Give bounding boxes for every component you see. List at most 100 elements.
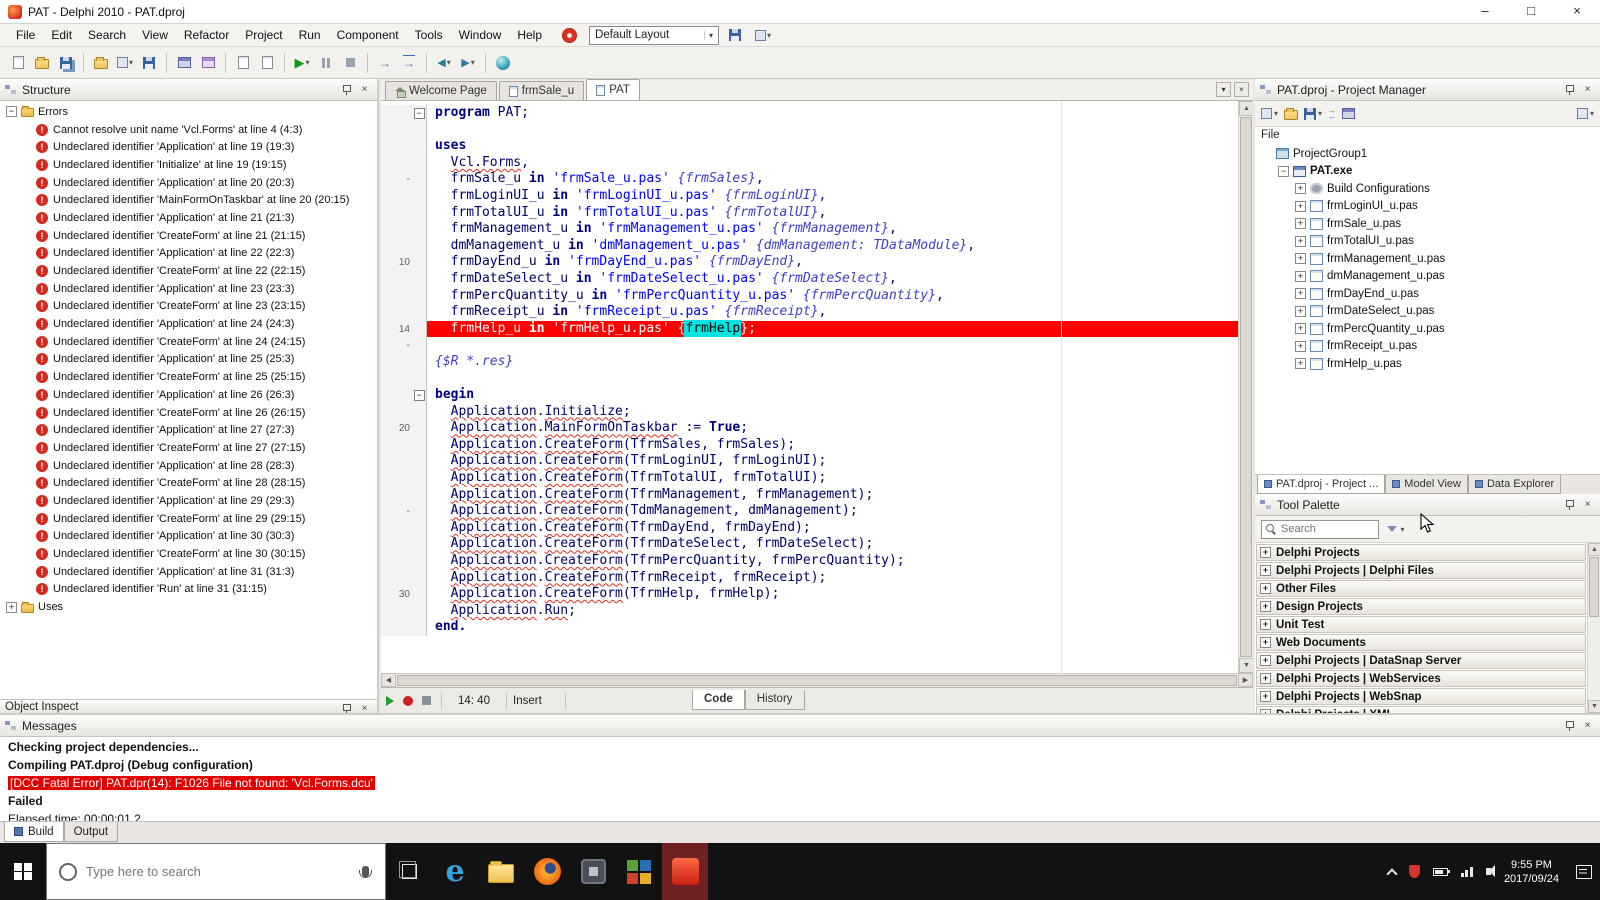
- tab-list-dropdown-icon[interactable]: ▾: [1216, 82, 1231, 97]
- macro-record-button[interactable]: [399, 692, 417, 710]
- code-editor[interactable]: −program PAT;uses Vcl.Forms,- frmSale_u …: [381, 101, 1253, 673]
- menu-component[interactable]: Component: [329, 26, 407, 44]
- taskbar-clock[interactable]: 9:55 PM 2017/09/24: [1504, 858, 1559, 886]
- new-form-button[interactable]: [255, 51, 279, 75]
- error-item[interactable]: !Undeclared identifier 'Application' at …: [0, 457, 377, 475]
- messages-tab-build[interactable]: Build: [4, 822, 64, 842]
- error-item[interactable]: !Undeclared identifier 'CreateForm' at l…: [0, 227, 377, 245]
- code-line-14[interactable]: 14 frmHelp_u in 'frmHelp_u.pas' {frmHelp…: [381, 321, 1238, 338]
- error-item[interactable]: !Undeclared identifier 'Initialize' at l…: [0, 156, 377, 174]
- code-line-12[interactable]: frmPercQuantity_u in 'frmPercQuantity_u.…: [381, 288, 1238, 305]
- code-line-4[interactable]: Vcl.Forms,: [381, 155, 1238, 172]
- expand-icon[interactable]: +: [1295, 236, 1306, 247]
- menu-window[interactable]: Window: [451, 26, 510, 44]
- code-line-27[interactable]: Application.CreateForm(TfrmDateSelect, f…: [381, 536, 1238, 553]
- menu-tools[interactable]: Tools: [407, 26, 451, 44]
- pm-node-frmloginui_u-pas[interactable]: +frmLoginUI_u.pas: [1255, 198, 1600, 216]
- code-line-28[interactable]: Application.CreateForm(TfrmPercQuantity,…: [381, 553, 1238, 570]
- navigate-forward-button[interactable]: ▶▾: [456, 51, 480, 75]
- error-item[interactable]: !Undeclared identifier 'Application' at …: [0, 245, 377, 263]
- pm-node-frmreceipt_u-pas[interactable]: +frmReceipt_u.pas: [1255, 338, 1600, 356]
- expand-icon[interactable]: +: [1295, 341, 1306, 352]
- code-line-3[interactable]: uses: [381, 138, 1238, 155]
- expand-icon[interactable]: +: [1295, 253, 1306, 264]
- errors-node[interactable]: − Errors: [0, 103, 377, 121]
- error-item[interactable]: !Undeclared identifier 'CreateForm' at l…: [0, 298, 377, 316]
- menu-help[interactable]: Help: [509, 26, 550, 44]
- palette-category[interactable]: +Delphi Projects | WebSnap: [1256, 688, 1586, 705]
- close-icon[interactable]: ×: [1580, 497, 1595, 512]
- scroll-down-icon[interactable]: ▼: [1239, 658, 1253, 673]
- code-line-21[interactable]: Application.CreateForm(TfrmSales, frmSal…: [381, 437, 1238, 454]
- scroll-down-icon[interactable]: ▼: [1588, 700, 1600, 713]
- activate-button[interactable]: [1342, 108, 1355, 119]
- pm-tab-0[interactable]: PAT.dproj - Project ...: [1257, 475, 1385, 494]
- code-line-31[interactable]: Application.Run;: [381, 603, 1238, 620]
- error-item[interactable]: !Undeclared identifier 'Application' at …: [0, 351, 377, 369]
- code-line-7[interactable]: frmTotalUI_u in 'frmTotalUI_u.pas' {frmT…: [381, 205, 1238, 222]
- palette-category[interactable]: +Delphi Projects: [1256, 544, 1586, 561]
- error-item[interactable]: !Undeclared identifier 'Application' at …: [0, 386, 377, 404]
- pin-icon[interactable]: [339, 701, 354, 713]
- palette-scrollbar[interactable]: ▲ ▼: [1587, 543, 1600, 713]
- code-line-6[interactable]: frmLoginUI_u in 'frmLoginUI_u.pas' {frmL…: [381, 188, 1238, 205]
- close-tab-icon[interactable]: ×: [1234, 82, 1249, 97]
- step-over-button[interactable]: →: [397, 51, 421, 75]
- pm-node-frmdayend_u-pas[interactable]: +frmDayEnd_u.pas: [1255, 285, 1600, 303]
- error-item[interactable]: !Undeclared identifier 'Application' at …: [0, 563, 377, 581]
- code-line-10[interactable]: 10 frmDayEnd_u in 'frmDayEnd_u.pas' {frm…: [381, 254, 1238, 271]
- scroll-up-icon[interactable]: ▲: [1588, 543, 1600, 556]
- scroll-up-icon[interactable]: ▲: [1239, 101, 1253, 116]
- expand-icon[interactable]: +: [6, 602, 17, 613]
- edge-button[interactable]: e: [432, 843, 478, 900]
- microphone-icon[interactable]: [362, 866, 369, 877]
- error-item[interactable]: !Undeclared identifier 'Application' at …: [0, 315, 377, 333]
- record-icon[interactable]: [562, 28, 577, 43]
- battery-icon[interactable]: [1433, 868, 1448, 876]
- expand-icon[interactable]: +: [1295, 201, 1306, 212]
- task-view-button[interactable]: [386, 843, 432, 900]
- collapse-icon[interactable]: −: [1278, 166, 1289, 177]
- save-layout-button[interactable]: [723, 25, 747, 45]
- expand-icon[interactable]: +: [1260, 637, 1271, 648]
- error-item[interactable]: !Undeclared identifier 'CreateForm' at l…: [0, 474, 377, 492]
- pm-tab-2[interactable]: Data Explorer: [1468, 475, 1561, 494]
- chevron-up-icon[interactable]: [1386, 868, 1397, 879]
- code-line-17[interactable]: [381, 371, 1238, 388]
- pin-icon[interactable]: [1562, 718, 1577, 733]
- pm-node-dmmanagement_u-pas[interactable]: +dmManagement_u.pas: [1255, 268, 1600, 286]
- message-line[interactable]: Compiling PAT.dproj (Debug configuration…: [0, 756, 1600, 774]
- pm-node-frmpercquantity_u-pas[interactable]: +frmPercQuantity_u.pas: [1255, 320, 1600, 338]
- palette-category[interactable]: +Web Documents: [1256, 634, 1586, 651]
- view-forms-button[interactable]: [196, 51, 220, 75]
- palette-category[interactable]: +Delphi Projects | DataSnap Server: [1256, 652, 1586, 669]
- delphi-app-button[interactable]: [662, 843, 708, 900]
- close-icon[interactable]: ×: [357, 82, 372, 97]
- close-icon[interactable]: ×: [1580, 82, 1595, 97]
- volume-icon[interactable]: [1486, 868, 1491, 875]
- expand-icon[interactable]: +: [1260, 547, 1271, 558]
- error-item[interactable]: !Undeclared identifier 'MainFormOnTaskba…: [0, 191, 377, 209]
- code-line-19[interactable]: Application.Initialize;: [381, 404, 1238, 421]
- error-item[interactable]: !Undeclared identifier 'Application' at …: [0, 492, 377, 510]
- palette-category[interactable]: +Delphi Projects | WebServices: [1256, 670, 1586, 687]
- editor-horizontal-scrollbar[interactable]: ◀ ▶: [381, 673, 1253, 687]
- layout-selector[interactable]: Default Layout ▾: [589, 26, 719, 45]
- file-column-header[interactable]: File: [1255, 127, 1600, 143]
- close-icon[interactable]: ×: [1580, 718, 1595, 733]
- firefox-button[interactable]: [524, 843, 570, 900]
- expand-icon[interactable]: +: [1295, 323, 1306, 334]
- expand-icon[interactable]: +: [1260, 655, 1271, 666]
- expand-icon[interactable]: +: [1295, 218, 1306, 229]
- expand-icon[interactable]: +: [1260, 691, 1271, 702]
- error-item[interactable]: !Cannot resolve unit name 'Vcl.Forms' at…: [0, 121, 377, 139]
- code-line-13[interactable]: frmReceipt_u in 'frmReceipt_u.pas' {frmR…: [381, 304, 1238, 321]
- app-button-2[interactable]: [616, 843, 662, 900]
- scrollbar-thumb[interactable]: [1240, 117, 1252, 657]
- pm-node-frmtotalui_u-pas[interactable]: +frmTotalUI_u.pas: [1255, 233, 1600, 251]
- trace-into-button[interactable]: →: [373, 51, 397, 75]
- messages-tab-output[interactable]: Output: [64, 822, 119, 842]
- code-line-22[interactable]: Application.CreateForm(TfrmLoginUI, frmL…: [381, 453, 1238, 470]
- run-button[interactable]: ▶▾: [290, 51, 314, 75]
- palette-category[interactable]: +Unit Test: [1256, 616, 1586, 633]
